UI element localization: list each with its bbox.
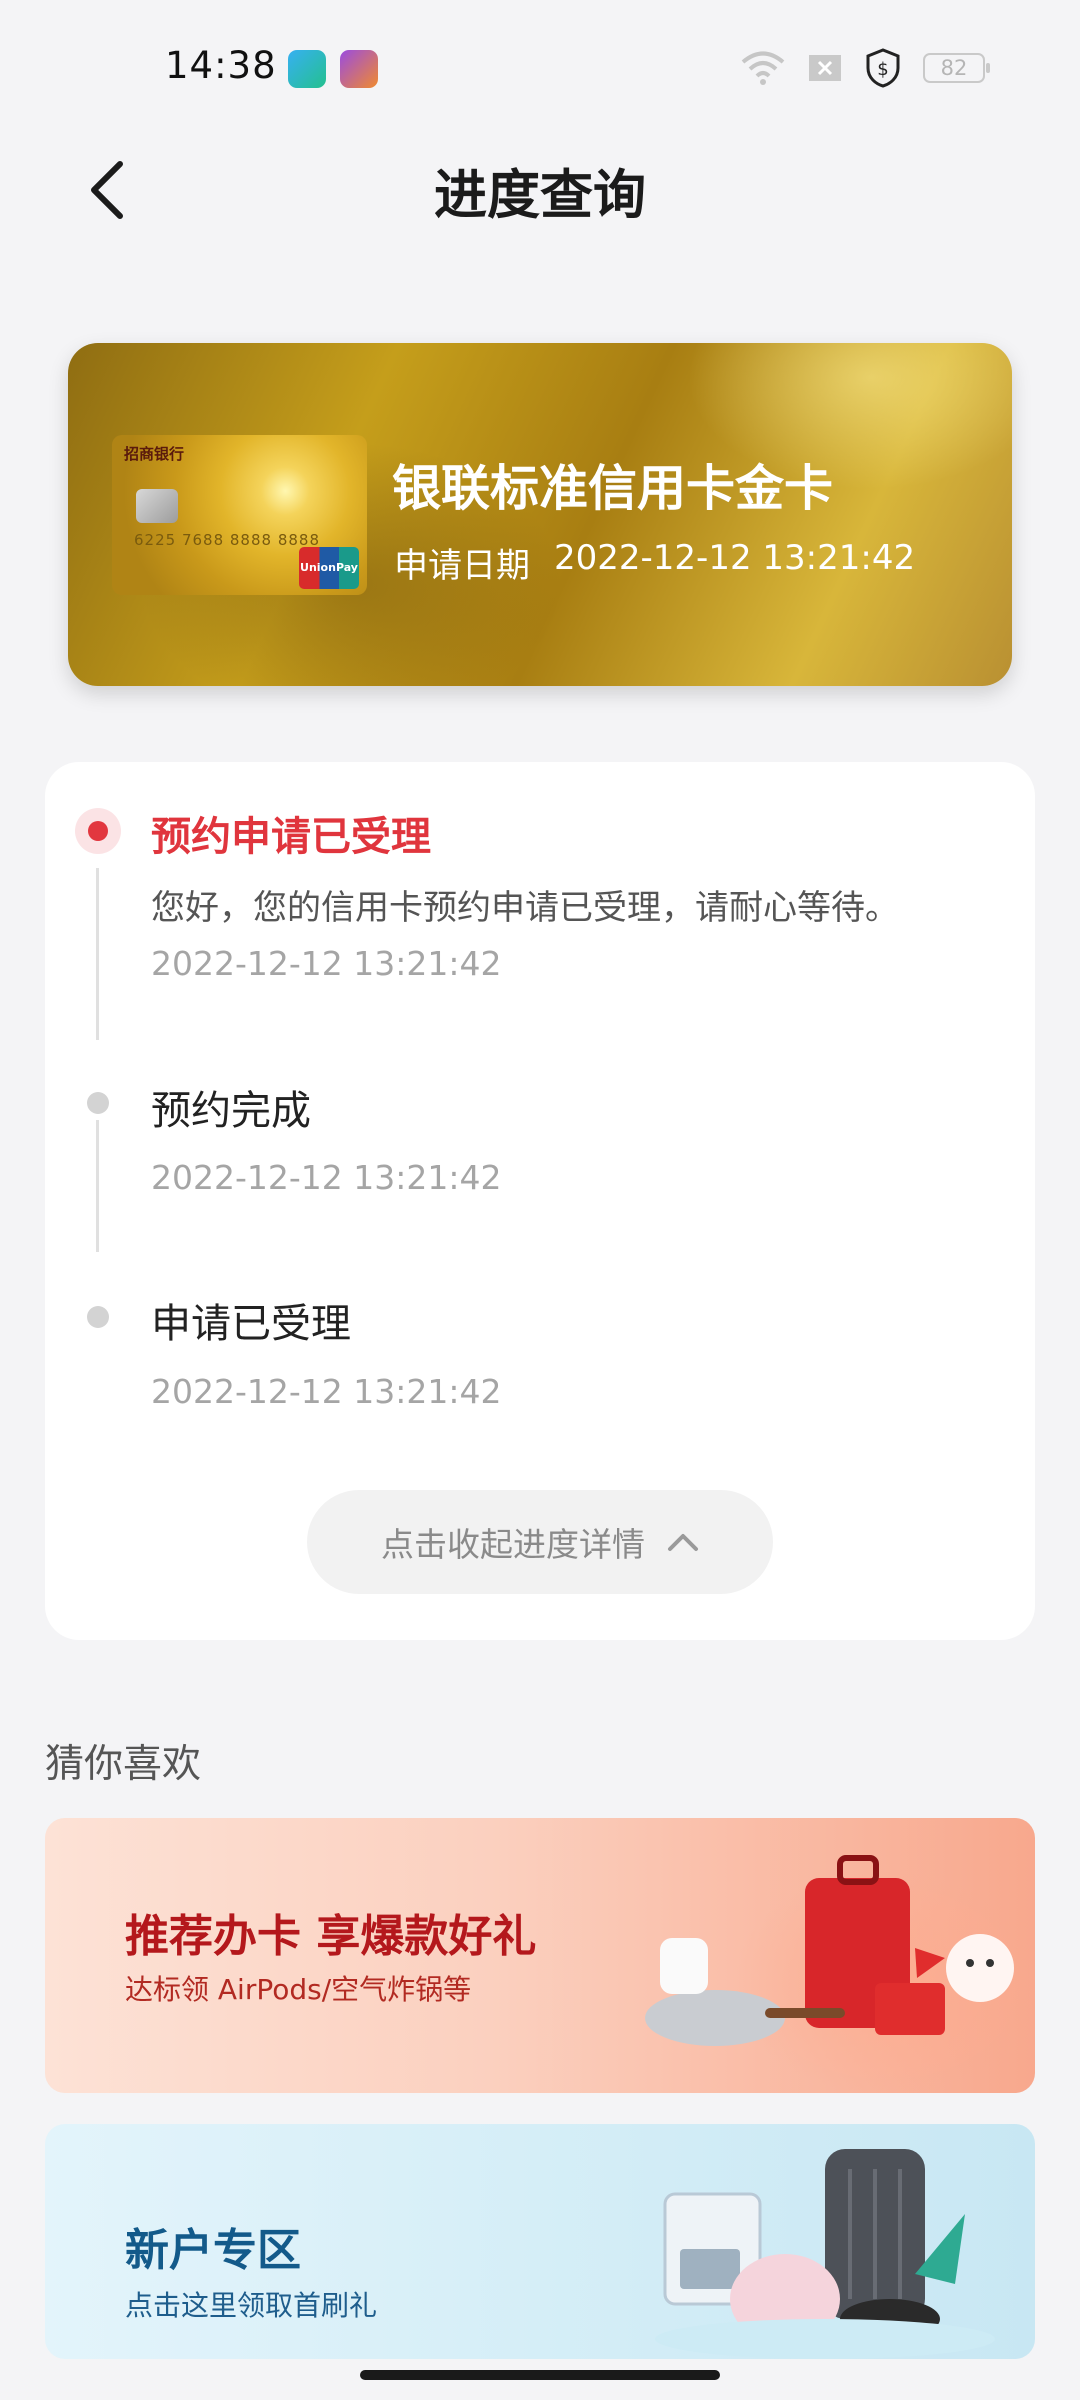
banner-subtitle: 点击这里领取首刷礼 bbox=[125, 2289, 378, 2322]
card-number: 6225 7688 8888 8888 bbox=[134, 531, 320, 549]
step-time: 2022-12-12 13:21:42 bbox=[151, 944, 502, 983]
status-time: 14:38 bbox=[165, 44, 277, 87]
card-bank-logo: 招商银行 bbox=[124, 445, 185, 463]
wifi-icon bbox=[741, 51, 785, 85]
battery-icon: 82 bbox=[923, 53, 990, 83]
card-chip-icon bbox=[136, 489, 178, 523]
banner-title: 新户专区 bbox=[125, 2225, 301, 2276]
timeline-connector bbox=[96, 868, 99, 1040]
timeline-dot bbox=[87, 1092, 109, 1114]
collapse-details-button[interactable]: 点击收起进度详情 bbox=[307, 1490, 773, 1594]
step-time: 2022-12-12 13:21:42 bbox=[151, 1158, 502, 1197]
credit-card-summary: 招商银行 6225 7688 8888 8888 UnionPay 银联标准信用… bbox=[68, 343, 1012, 686]
step-title: 预约完成 bbox=[151, 1088, 311, 1134]
home-indicator[interactable] bbox=[360, 2370, 720, 2380]
progress-timeline: 预约申请已受理 您好，您的信用卡预约申请已受理，请耐心等待。 2022-12-1… bbox=[45, 762, 1035, 1640]
apply-date-value: 2022-12-12 13:21:42 bbox=[554, 538, 916, 578]
step-title: 申请已受理 bbox=[151, 1301, 351, 1347]
chevron-up-icon bbox=[668, 1534, 698, 1551]
section-title: 猜你喜欢 bbox=[45, 1742, 202, 1787]
banner-title: 推荐办卡 享爆款好礼 bbox=[125, 1911, 537, 1962]
step-time: 2022-12-12 13:21:42 bbox=[151, 1372, 502, 1411]
step-description: 您好，您的信用卡预约申请已受理，请耐心等待。 bbox=[151, 888, 899, 928]
banner-subtitle: 达标领 AirPods/空气炸锅等 bbox=[125, 1973, 472, 2006]
unionpay-logo: UnionPay bbox=[299, 547, 359, 589]
svg-text:$: $ bbox=[877, 59, 888, 80]
notification-app-icon bbox=[340, 50, 378, 88]
timeline-dot bbox=[87, 1306, 109, 1328]
promo-banner-new-user[interactable]: 新户专区 点击这里领取首刷礼 bbox=[45, 2124, 1035, 2359]
notification-app-icon bbox=[288, 50, 326, 88]
apply-date-label: 申请日期 bbox=[394, 546, 530, 586]
gift-illustration-icon bbox=[645, 1855, 1014, 2046]
page-title: 进度查询 bbox=[434, 165, 646, 226]
promo-banner-recommend-card[interactable]: 推荐办卡 享爆款好礼 达标领 AirPods/空气炸锅等 bbox=[45, 1818, 1035, 2093]
step-title: 预约申请已受理 bbox=[151, 814, 431, 860]
gift-illustration-icon bbox=[655, 2149, 995, 2359]
sim-off-icon bbox=[809, 55, 841, 81]
status-icons: $ 82 bbox=[741, 48, 990, 88]
timeline-connector bbox=[96, 1120, 99, 1252]
card-image: 招商银行 6225 7688 8888 8888 UnionPay bbox=[112, 435, 367, 595]
timeline-dot-active bbox=[75, 808, 121, 854]
collapse-details-label: 点击收起进度详情 bbox=[381, 1525, 645, 1564]
card-name: 银联标准信用卡金卡 bbox=[392, 460, 834, 517]
nav-bar: 进度查询 bbox=[0, 120, 1080, 260]
security-shield-icon: $ bbox=[866, 48, 900, 88]
status-bar: 14:38 $ 82 bbox=[0, 0, 1080, 120]
